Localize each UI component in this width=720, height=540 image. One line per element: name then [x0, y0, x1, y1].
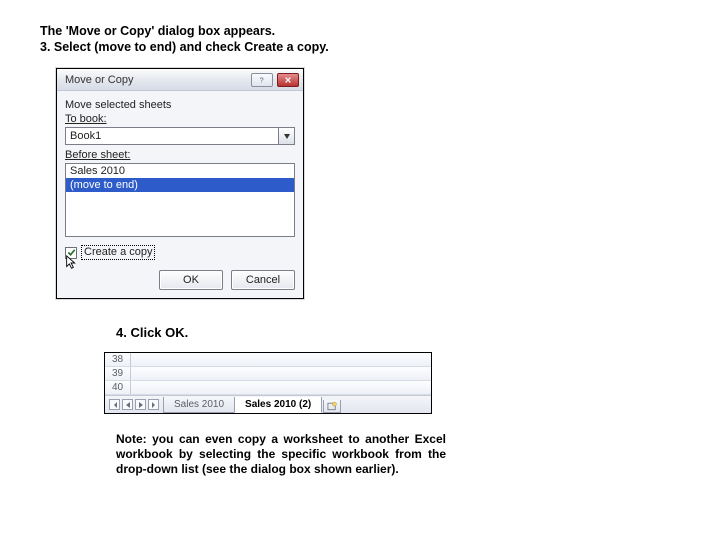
- nav-prev-icon[interactable]: [122, 399, 133, 410]
- cursor-icon: [65, 255, 79, 271]
- grid-row: 38: [105, 353, 431, 367]
- row-header: 38: [105, 353, 131, 366]
- cancel-button[interactable]: Cancel: [231, 270, 295, 290]
- help-button[interactable]: ?: [251, 73, 273, 87]
- intro-line-1: The 'Move or Copy' dialog box appears.: [40, 24, 692, 38]
- create-copy-row[interactable]: Create a copy: [65, 245, 295, 260]
- new-sheet-tab-icon[interactable]: [323, 400, 341, 413]
- svg-text:?: ?: [260, 76, 264, 84]
- sheet-nav-arrows: [107, 399, 163, 410]
- grid-row: 40: [105, 381, 431, 395]
- before-sheet-label: Before sheet:: [65, 149, 295, 161]
- nav-first-icon[interactable]: [109, 399, 120, 410]
- create-copy-label: Create a copy: [81, 245, 155, 260]
- sheet-tab[interactable]: Sales 2010: [163, 397, 235, 413]
- ok-button[interactable]: OK: [159, 270, 223, 290]
- sheet-tab-active[interactable]: Sales 2010 (2): [234, 397, 322, 413]
- intro-text: The 'Move or Copy' dialog box appears. 3…: [40, 24, 692, 54]
- to-book-label: To book:: [65, 113, 295, 125]
- note-paragraph: Note: you can even copy a worksheet to a…: [116, 432, 446, 477]
- nav-last-icon[interactable]: [148, 399, 159, 410]
- step-4-text: 4. Click OK.: [116, 325, 692, 340]
- dialog-titlebar: Move or Copy ?: [57, 69, 303, 91]
- combo-arrow-icon[interactable]: [278, 128, 294, 144]
- sheet-tab-bar: Sales 2010 Sales 2010 (2): [105, 395, 431, 413]
- intro-line-2: 3. Select (move to end) and check Create…: [40, 40, 692, 54]
- row-header: 39: [105, 367, 131, 380]
- dialog-button-row: OK Cancel: [65, 266, 295, 290]
- dialog-title: Move or Copy: [65, 74, 247, 86]
- worksheet-tabs-figure: 38 39 40 Sales 2010 Sales 2010 (2): [104, 352, 432, 414]
- to-book-value: Book1: [66, 130, 278, 142]
- grid-row: 39: [105, 367, 431, 381]
- to-book-combo[interactable]: Book1: [65, 127, 295, 145]
- list-item[interactable]: Sales 2010: [66, 164, 294, 178]
- before-sheet-listbox[interactable]: Sales 2010 (move to end): [65, 163, 295, 237]
- close-button[interactable]: [277, 73, 299, 87]
- nav-next-icon[interactable]: [135, 399, 146, 410]
- row-header: 40: [105, 381, 131, 394]
- move-or-copy-dialog: Move or Copy ? Move selected sheets To b…: [56, 68, 304, 299]
- list-item-selected[interactable]: (move to end): [66, 178, 294, 192]
- move-selected-label: Move selected sheets: [65, 99, 295, 111]
